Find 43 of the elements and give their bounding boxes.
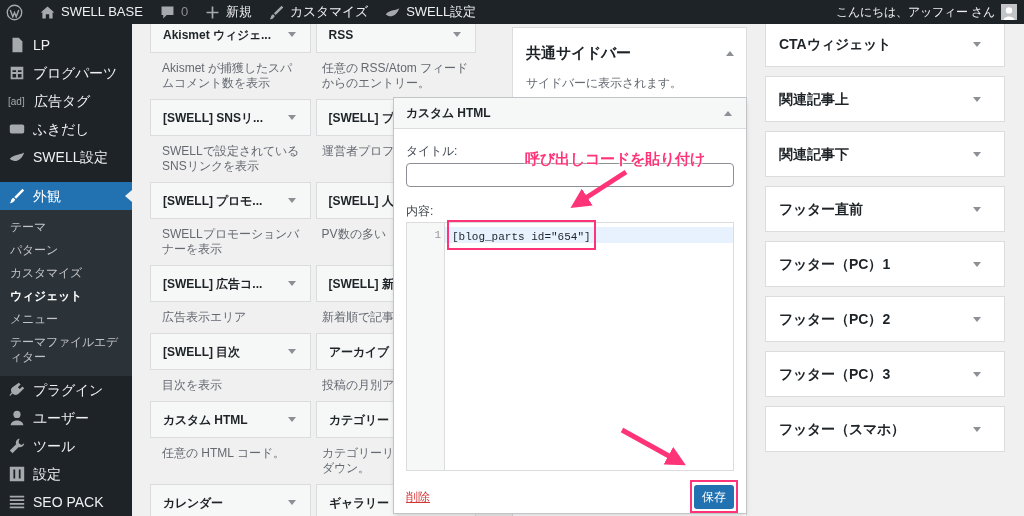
ad-tag-icon: [ad] [8,93,27,109]
widget-description: 運営者プロフ [321,144,394,159]
widget-title: カテゴリー [328,411,389,429]
widget-title: [SWELL] プロモ... [163,192,263,210]
widget-title: カレンダー [163,494,223,512]
sidebar-title: フッター直前 [779,199,863,219]
widget-title: [SWELL] 広告コ... [163,275,263,293]
widget-description: SWELLプロモーションバナーを表示 [162,227,300,257]
sidebar-title: CTAウィジェット [779,34,891,54]
widget-description: 投稿の月別ア [321,378,394,393]
widget-title: カスタム HTML [406,105,491,122]
widget-title: [SWELL] 人 [328,192,394,210]
sidebar-description: サイドバーに表示されます。 [525,74,683,92]
sidebar-title: フッター（スマホ） [779,419,905,439]
sidebar-title: フッター（PC）1 [779,254,891,274]
field-label: 内容: [406,203,434,220]
widget-description: カテゴリーリ [321,446,394,461]
widget-description: Akismet が捕獲したスパムコメント数を表示 [162,61,293,91]
widget-description: 任意の HTML コード。 [162,446,285,461]
widget-description: PV数の多い [321,227,386,242]
widget-description: 広告表示エリア [162,310,246,325]
widget-description: 新着順で記事 [321,310,394,325]
widget-title: [SWELL] SNSリ... [163,109,263,127]
widget-title: カスタム HTML [163,411,248,429]
sidebar-title: 共通サイドバー [526,43,631,63]
sidebar-title: フッター（PC）3 [779,364,891,384]
widget-title: RSS [328,26,354,44]
widget-description: ダウン。 [321,461,370,476]
sidebar-title: 関連記事上 [779,89,849,109]
widget-title: ギャラリー [328,494,389,512]
code-text: [blog_parts id="654"] [452,231,591,243]
field-label: タイトル: [406,143,458,160]
widget-title: Akismet ウィジェ... [163,26,272,44]
widget-description: 任意の RSS/Atom フィードからのエントリー。 [321,61,470,91]
line-number: 1 [433,228,442,243]
widget-title: [SWELL] 目次 [163,343,241,361]
sidebar-title: フッター（PC）2 [779,309,891,329]
sidebar-title: 関連記事下 [779,144,849,164]
widget-title: アーカイブ [328,343,389,361]
widget-title: [SWELL] 新 [328,275,394,293]
widget-description: SWELLで設定されているSNSリンクを表示 [162,144,300,174]
annotation-text: 呼び出しコードを貼り付け [525,150,705,167]
widget-description: 目次を表示 [162,378,222,393]
